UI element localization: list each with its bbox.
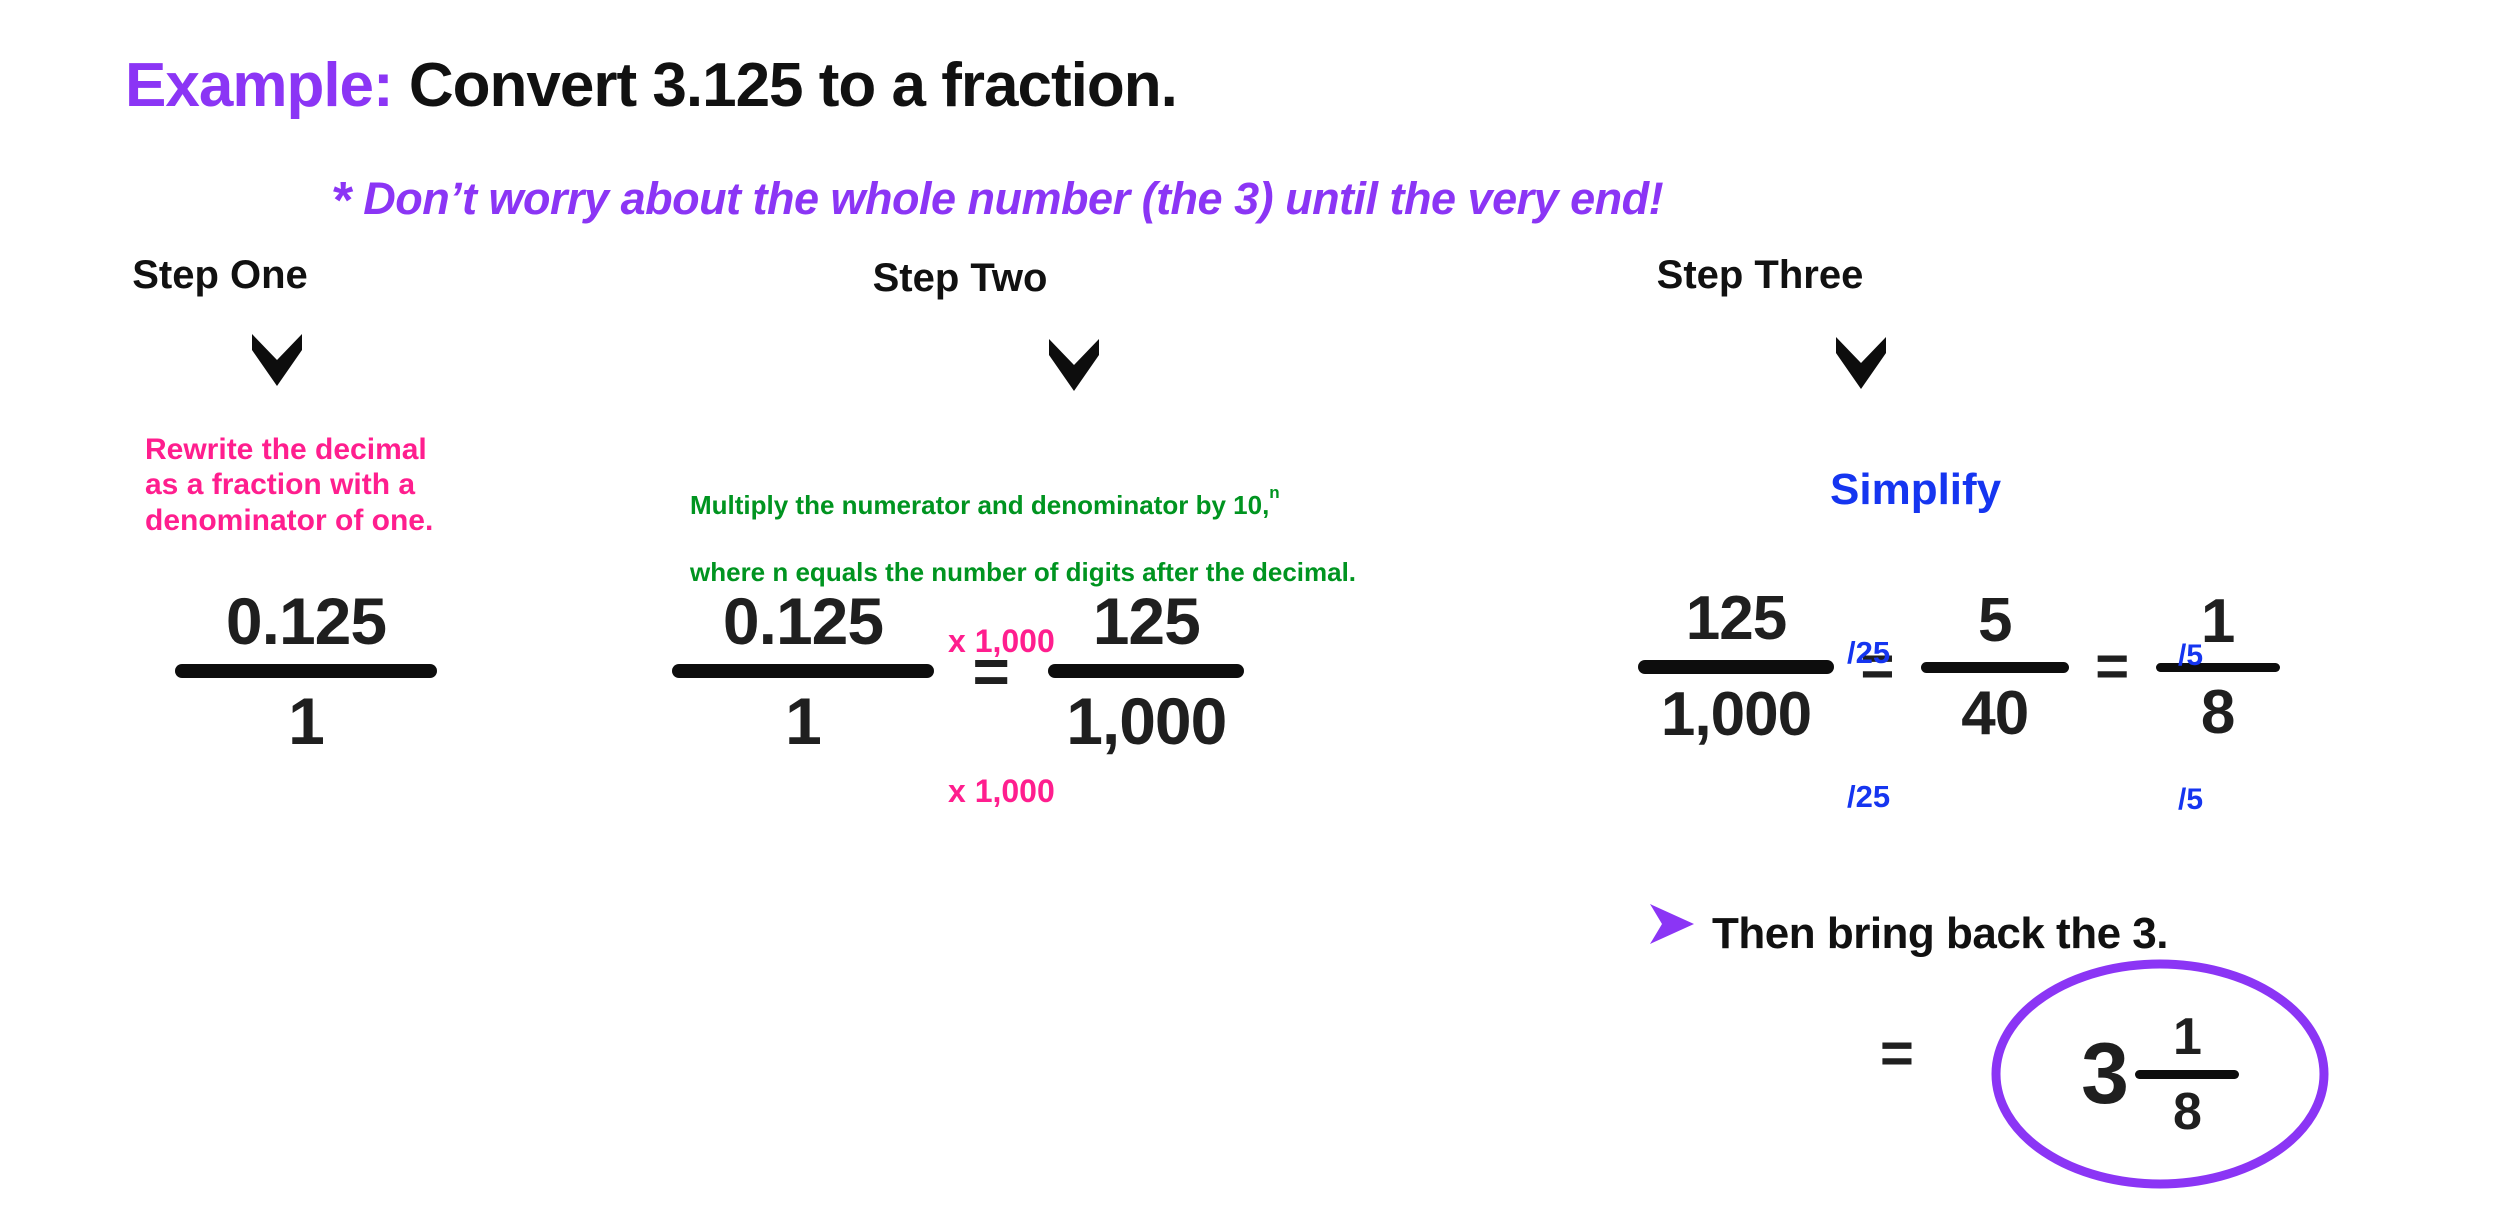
step-one-header: Step One: [132, 253, 308, 297]
triangle-right-icon: [1648, 902, 1696, 950]
fraction-bar: [175, 664, 437, 678]
fraction-bar: [2134, 1069, 2239, 1079]
divisor-label-25-top: /25: [1847, 635, 1891, 670]
step-two-description-line1: Multiply the numerator and denominator b…: [690, 484, 1490, 523]
note-text: Don’t worry about the whole number (the …: [363, 173, 1664, 224]
asterisk-icon: *: [333, 172, 354, 230]
fraction-bar: [1920, 661, 2069, 673]
fraction-bar: [2155, 662, 2280, 672]
fraction-numerator: 5: [1978, 585, 2012, 655]
fraction-denominator: 8: [2172, 1082, 2202, 1141]
fraction-bar: [1638, 660, 1834, 674]
fraction-denominator: 8: [2200, 677, 2235, 747]
multiplier-label-top: x 1,000: [948, 623, 1055, 659]
step-two-desc-text1: Multiply the numerator and denominator b…: [690, 489, 1270, 520]
fraction-numerator: 1: [2200, 586, 2235, 656]
final-answer-highlight: 3 1 8: [1990, 958, 2330, 1190]
step-three-header: Step Three: [1656, 253, 1864, 297]
fraction-denominator: 1: [785, 684, 822, 758]
fraction-numerator: 1: [2172, 1007, 2202, 1066]
fraction: 0.125 1: [672, 588, 934, 754]
fraction-denominator: 1,000: [1066, 684, 1227, 758]
mixed-number-whole: 3: [2081, 1026, 2129, 1122]
mixed-number: 3 1 8: [1990, 958, 2330, 1190]
page-title-label: Example:: [125, 51, 394, 120]
fraction-denominator: 1,000: [1660, 680, 1812, 749]
fraction-numerator: 125: [1092, 584, 1201, 658]
divisor-label-25-bottom: /25: [1847, 779, 1891, 814]
page-title: Example: Convert 3.125 to a fraction.: [125, 55, 1178, 117]
fraction: 125 1,000: [1048, 584, 1245, 758]
final-answer-row: =: [1880, 1020, 1914, 1087]
step-three-description: Simplify: [1830, 465, 2002, 514]
bring-back-note: Then bring back the 3.: [1648, 902, 2168, 956]
note-line: * Don’t worry about the whole number (the…: [333, 172, 1664, 230]
fraction-numerator: 0.125: [722, 584, 884, 658]
equals-sign: =: [1880, 1021, 1914, 1086]
fraction: 125 1,000: [1638, 588, 1834, 746]
fraction: 5 40: [1920, 585, 2069, 748]
fraction: 1 8: [2155, 586, 2280, 747]
step-two-equation: 0.125 1 = 125 1,000: [672, 584, 1245, 758]
bring-back-text: Then bring back the 3.: [1712, 909, 2168, 958]
exponent-n: n: [1269, 482, 1280, 502]
fraction-numerator: 0.125: [225, 584, 387, 658]
fraction-denominator: 1: [288, 684, 325, 758]
multiplier-label-bottom: x 1,000: [948, 773, 1055, 809]
step-one-description: Rewrite the decimal as a fraction with a…: [145, 433, 434, 537]
divisor-label-5-top: /5: [2178, 639, 2204, 672]
equals-sign: =: [2095, 634, 2130, 699]
step-one-fraction: 0.125 1: [175, 588, 437, 754]
fraction-bar: [1048, 664, 1245, 678]
fraction-bar: [672, 664, 934, 678]
divisor-label-5-bottom: /5: [2178, 783, 2204, 816]
fraction-numerator: 125: [1685, 584, 1787, 653]
step-two-header: Step Two: [872, 256, 1048, 300]
fraction: 0.125 1: [175, 588, 437, 754]
page-title-statement: Convert 3.125 to a fraction.: [408, 51, 1178, 120]
fraction: 1 8: [2134, 1007, 2239, 1141]
fraction-denominator: 40: [1961, 678, 2029, 748]
